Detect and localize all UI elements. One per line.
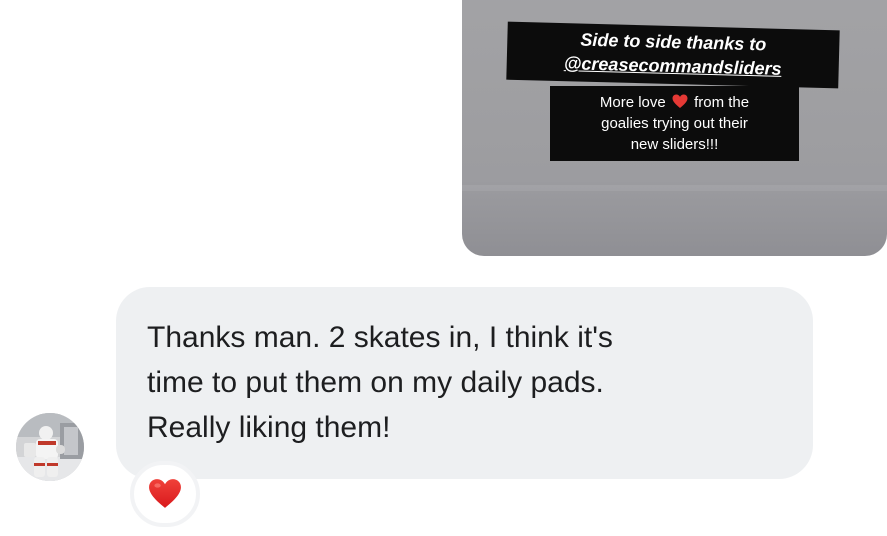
- message-line-2: time to put them on my daily pads.: [147, 366, 604, 399]
- message-line-3: Really liking them!: [147, 411, 391, 444]
- heart-icon: [149, 479, 181, 508]
- message-reaction[interactable]: [130, 461, 200, 527]
- story-caption-sticker: More love from the goalies trying out th…: [550, 86, 799, 161]
- story-caption-line2: goalies trying out their: [601, 115, 748, 132]
- message-line-1: Thanks man. 2 skates in, I think it's: [147, 321, 613, 354]
- incoming-message-bubble[interactable]: Thanks man. 2 skates in, I think it's ti…: [116, 287, 813, 479]
- heart-icon: [672, 94, 688, 108]
- story-caption-line3: new sliders!!!: [630, 136, 719, 153]
- story-caption-text-before: More love: [599, 94, 666, 111]
- sender-avatar[interactable]: [16, 413, 84, 481]
- hockey-goalie-avatar: [16, 413, 84, 481]
- story-headline-sticker: Side to side thanks to @creasecommandsli…: [506, 21, 840, 89]
- story-caption-line1: More love from the: [558, 92, 791, 113]
- message-text: Thanks man. 2 skates in, I think it's ti…: [147, 315, 783, 450]
- story-caption-text-after: from the: [694, 94, 750, 111]
